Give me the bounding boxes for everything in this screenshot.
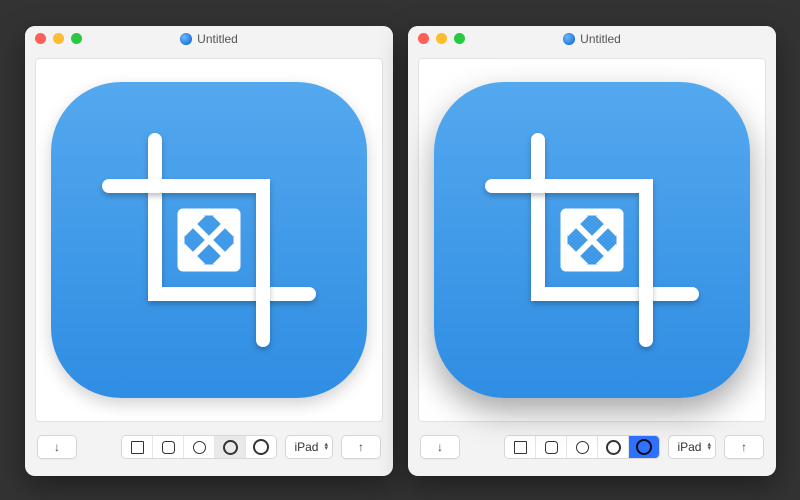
traffic-lights [418,33,465,44]
share-button[interactable]: ↑ [341,435,381,459]
titlebar[interactable]: Untitled [25,26,393,52]
titlebar[interactable]: Untitled [408,26,776,52]
canvas[interactable] [35,58,383,422]
crop-glyph-icon [472,120,712,360]
close-button[interactable] [418,33,429,44]
icon-preview [51,82,367,398]
circle-thin-icon [193,441,206,454]
minimize-button[interactable] [53,33,64,44]
circle-bold-icon [636,439,652,455]
share-button[interactable]: ↑ [724,435,764,459]
crop-glyph-icon [89,120,329,360]
device-popup-label: iPad [677,440,701,454]
square-round-icon [162,441,175,454]
chevrons-icon: ▴▾ [707,443,711,451]
mask-option-square-round[interactable] [536,436,567,458]
mask-option-square-sharp[interactable] [122,436,153,458]
mask-option-square-round[interactable] [153,436,184,458]
square-round-icon [545,441,558,454]
mask-option-circle-bold[interactable] [246,436,276,458]
arrow-up-icon: ↑ [358,441,364,453]
mask-segmented-control[interactable] [121,435,277,459]
chevrons-icon: ▴▾ [324,443,328,451]
device-popup-label: iPad [294,440,318,454]
circle-med-icon [606,440,621,455]
circle-thin-icon [576,441,589,454]
square-sharp-icon [131,441,144,454]
close-button[interactable] [35,33,46,44]
export-button[interactable]: ↓ [420,435,460,459]
circle-med-icon [223,440,238,455]
mask-option-square-sharp[interactable] [505,436,536,458]
mask-segmented-control[interactable] [504,435,660,459]
canvas[interactable] [418,58,766,422]
toolbar: ↓ iPad ▴▾ ↑ [408,426,776,476]
arrow-down-icon: ↓ [437,441,443,453]
zoom-button[interactable] [71,33,82,44]
document-icon [563,33,575,45]
window-title-text: Untitled [580,32,621,46]
arrow-up-icon: ↑ [741,441,747,453]
document-icon [180,33,192,45]
app-window-right: Untitled [408,26,776,476]
mask-option-circle-thin[interactable] [184,436,215,458]
window-title-text: Untitled [197,32,238,46]
device-popup[interactable]: iPad ▴▾ [668,435,716,459]
mask-option-circle-med[interactable] [215,436,246,458]
app-window-left: Untitled [25,26,393,476]
toolbar: ↓ iPad ▴▾ ↑ [25,426,393,476]
export-button[interactable]: ↓ [37,435,77,459]
mask-option-circle-med[interactable] [598,436,629,458]
circle-bold-icon [253,439,269,455]
arrow-down-icon: ↓ [54,441,60,453]
mask-option-circle-thin[interactable] [567,436,598,458]
minimize-button[interactable] [436,33,447,44]
square-sharp-icon [514,441,527,454]
mask-option-circle-bold[interactable] [629,436,659,458]
zoom-button[interactable] [454,33,465,44]
traffic-lights [35,33,82,44]
device-popup[interactable]: iPad ▴▾ [285,435,333,459]
icon-preview [434,82,750,398]
